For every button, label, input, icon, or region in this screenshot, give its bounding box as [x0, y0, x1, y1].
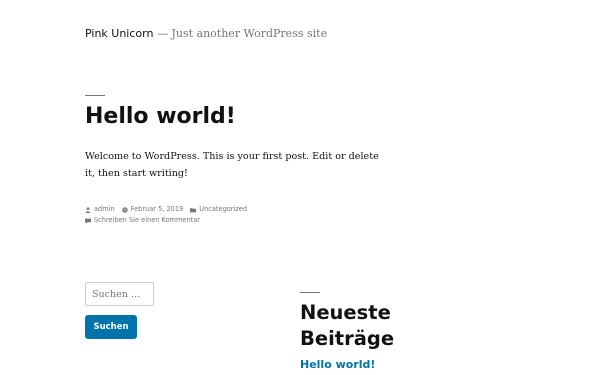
- post-meta: admin Februar 5, 2019 Uncategorized Schr…: [85, 204, 254, 226]
- author-link[interactable]: admin: [94, 204, 115, 215]
- meta-author: admin: [85, 204, 115, 215]
- meta-comment: Schreiben Sie einen Kommentar: [85, 215, 200, 226]
- comment-link[interactable]: Schreiben Sie einen Kommentar: [94, 215, 200, 226]
- site-description: Just another WordPress site: [171, 27, 328, 40]
- site-title-link[interactable]: Pink Unicorn: [85, 27, 153, 40]
- post-meta-row: admin Februar 5, 2019 Uncategorized: [85, 204, 254, 215]
- person-icon: [85, 206, 91, 213]
- meta-date: Februar 5, 2019: [121, 204, 184, 215]
- site-branding: Pink Unicorn — Just another WordPress site: [85, 27, 327, 41]
- folder-icon: [190, 207, 197, 212]
- recent-posts-title: Neueste Beiträge: [300, 301, 395, 350]
- date-link[interactable]: Februar 5, 2019: [131, 204, 184, 215]
- search-input[interactable]: [85, 282, 154, 306]
- widget-accent-rule: [300, 292, 320, 293]
- title-accent-rule: [85, 95, 105, 96]
- category-link[interactable]: Uncategorized: [199, 204, 247, 215]
- post-comment-row: Schreiben Sie einen Kommentar: [85, 215, 254, 226]
- title-separator: —: [157, 27, 169, 40]
- post-title: Hello world!: [85, 104, 236, 129]
- post-content: Welcome to WordPress. This is your first…: [85, 151, 379, 179]
- clock-icon: [121, 206, 128, 213]
- comment-icon: [85, 218, 91, 224]
- search-button[interactable]: Suchen: [85, 315, 137, 339]
- meta-category: Uncategorized: [190, 204, 247, 215]
- recent-post-link[interactable]: Hello world!: [300, 358, 375, 372]
